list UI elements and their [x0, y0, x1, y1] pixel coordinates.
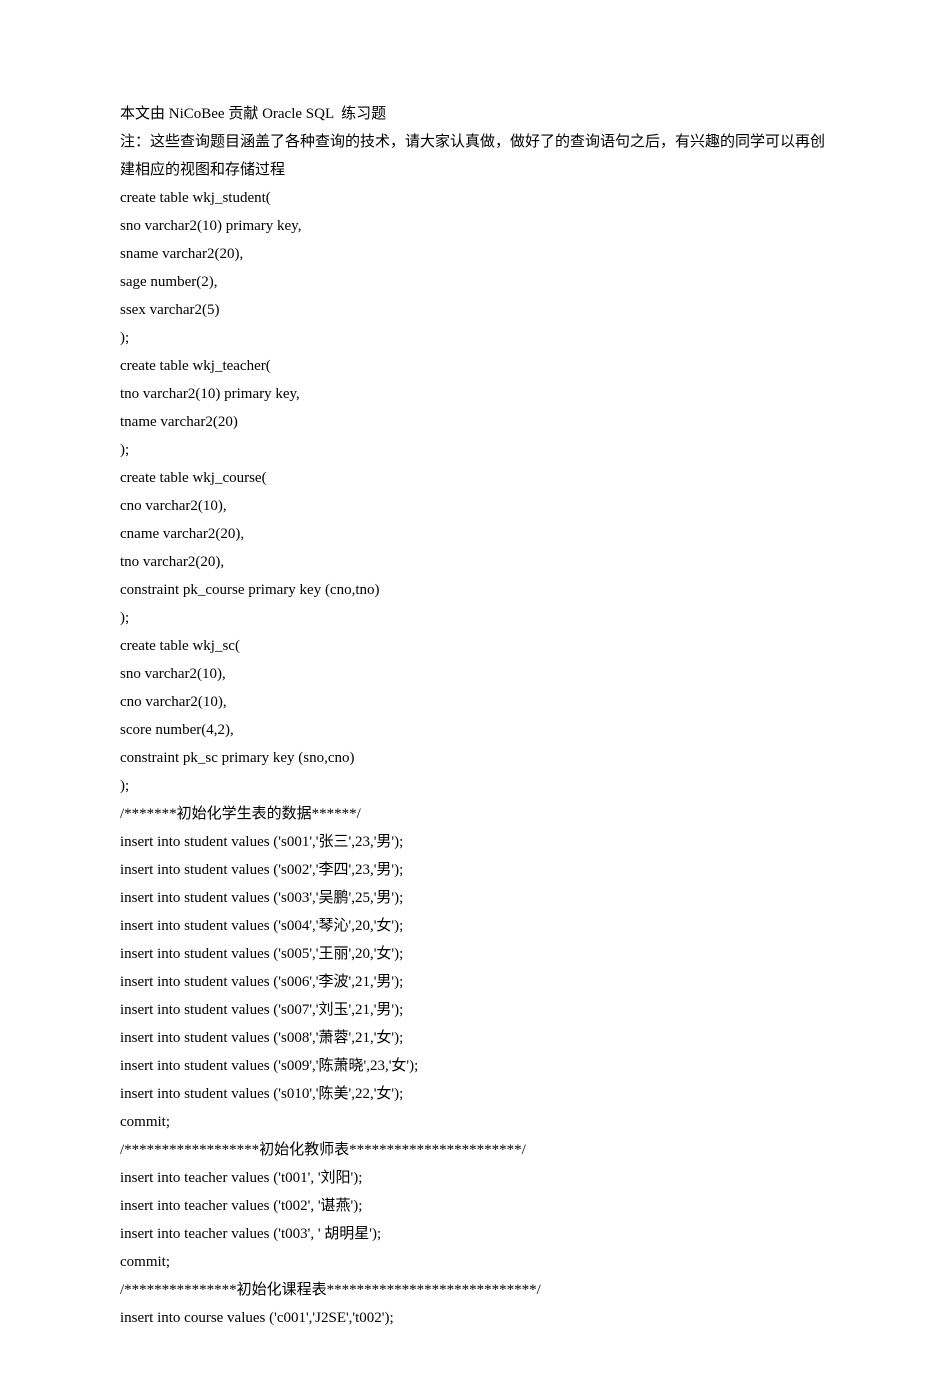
text-line: constraint pk_course primary key (cno,tn… [120, 576, 825, 604]
text-line: cno varchar2(10), [120, 492, 825, 520]
text-line: cno varchar2(10), [120, 688, 825, 716]
text-line: insert into student values ('s006','李波',… [120, 968, 825, 996]
text-line: insert into student values ('s003','吴鹏',… [120, 884, 825, 912]
text-line: tname varchar2(20) [120, 408, 825, 436]
text-line: /*******初始化学生表的数据******/ [120, 800, 825, 828]
text-line: insert into student values ('s005','王丽',… [120, 940, 825, 968]
text-line: create table wkj_student( [120, 184, 825, 212]
text-line: constraint pk_sc primary key (sno,cno) [120, 744, 825, 772]
text-line: 注：这些查询题目涵盖了各种查询的技术，请大家认真做，做好了的查询语句之后，有兴趣… [120, 128, 825, 184]
document-content: 本文由 NiCoBee 贡献 Oracle SQL 练习题注：这些查询题目涵盖了… [120, 100, 825, 1332]
text-line: create table wkj_sc( [120, 632, 825, 660]
text-line: insert into course values ('c001','J2SE'… [120, 1304, 825, 1332]
text-line: cname varchar2(20), [120, 520, 825, 548]
text-line: score number(4,2), [120, 716, 825, 744]
text-line: sage number(2), [120, 268, 825, 296]
text-line: ); [120, 324, 825, 352]
text-line: sno varchar2(10) primary key, [120, 212, 825, 240]
text-line: insert into student values ('s008','萧蓉',… [120, 1024, 825, 1052]
text-line: create table wkj_course( [120, 464, 825, 492]
text-line: sno varchar2(10), [120, 660, 825, 688]
text-line: insert into student values ('s009','陈萧晓'… [120, 1052, 825, 1080]
text-line: /***************初始化课程表******************… [120, 1276, 825, 1304]
text-line: tno varchar2(20), [120, 548, 825, 576]
text-line: insert into teacher values ('t001', '刘阳'… [120, 1164, 825, 1192]
text-line: ); [120, 436, 825, 464]
text-line: commit; [120, 1248, 825, 1276]
text-line: insert into student values ('s007','刘玉',… [120, 996, 825, 1024]
text-line: commit; [120, 1108, 825, 1136]
text-line: ); [120, 604, 825, 632]
text-line: insert into teacher values ('t002', '谌燕'… [120, 1192, 825, 1220]
text-line: insert into student values ('s004','琴沁',… [120, 912, 825, 940]
text-line: 本文由 NiCoBee 贡献 Oracle SQL 练习题 [120, 100, 825, 128]
text-line: /******************初始化教师表***************… [120, 1136, 825, 1164]
text-line: ); [120, 772, 825, 800]
text-line: insert into student values ('s010','陈美',… [120, 1080, 825, 1108]
text-line: insert into teacher values ('t003', ' 胡明… [120, 1220, 825, 1248]
text-line: ssex varchar2(5) [120, 296, 825, 324]
text-line: insert into student values ('s002','李四',… [120, 856, 825, 884]
text-line: create table wkj_teacher( [120, 352, 825, 380]
text-line: tno varchar2(10) primary key, [120, 380, 825, 408]
text-line: insert into student values ('s001','张三',… [120, 828, 825, 856]
text-line: sname varchar2(20), [120, 240, 825, 268]
document-page: 本文由 NiCoBee 贡献 Oracle SQL 练习题注：这些查询题目涵盖了… [0, 0, 945, 1392]
